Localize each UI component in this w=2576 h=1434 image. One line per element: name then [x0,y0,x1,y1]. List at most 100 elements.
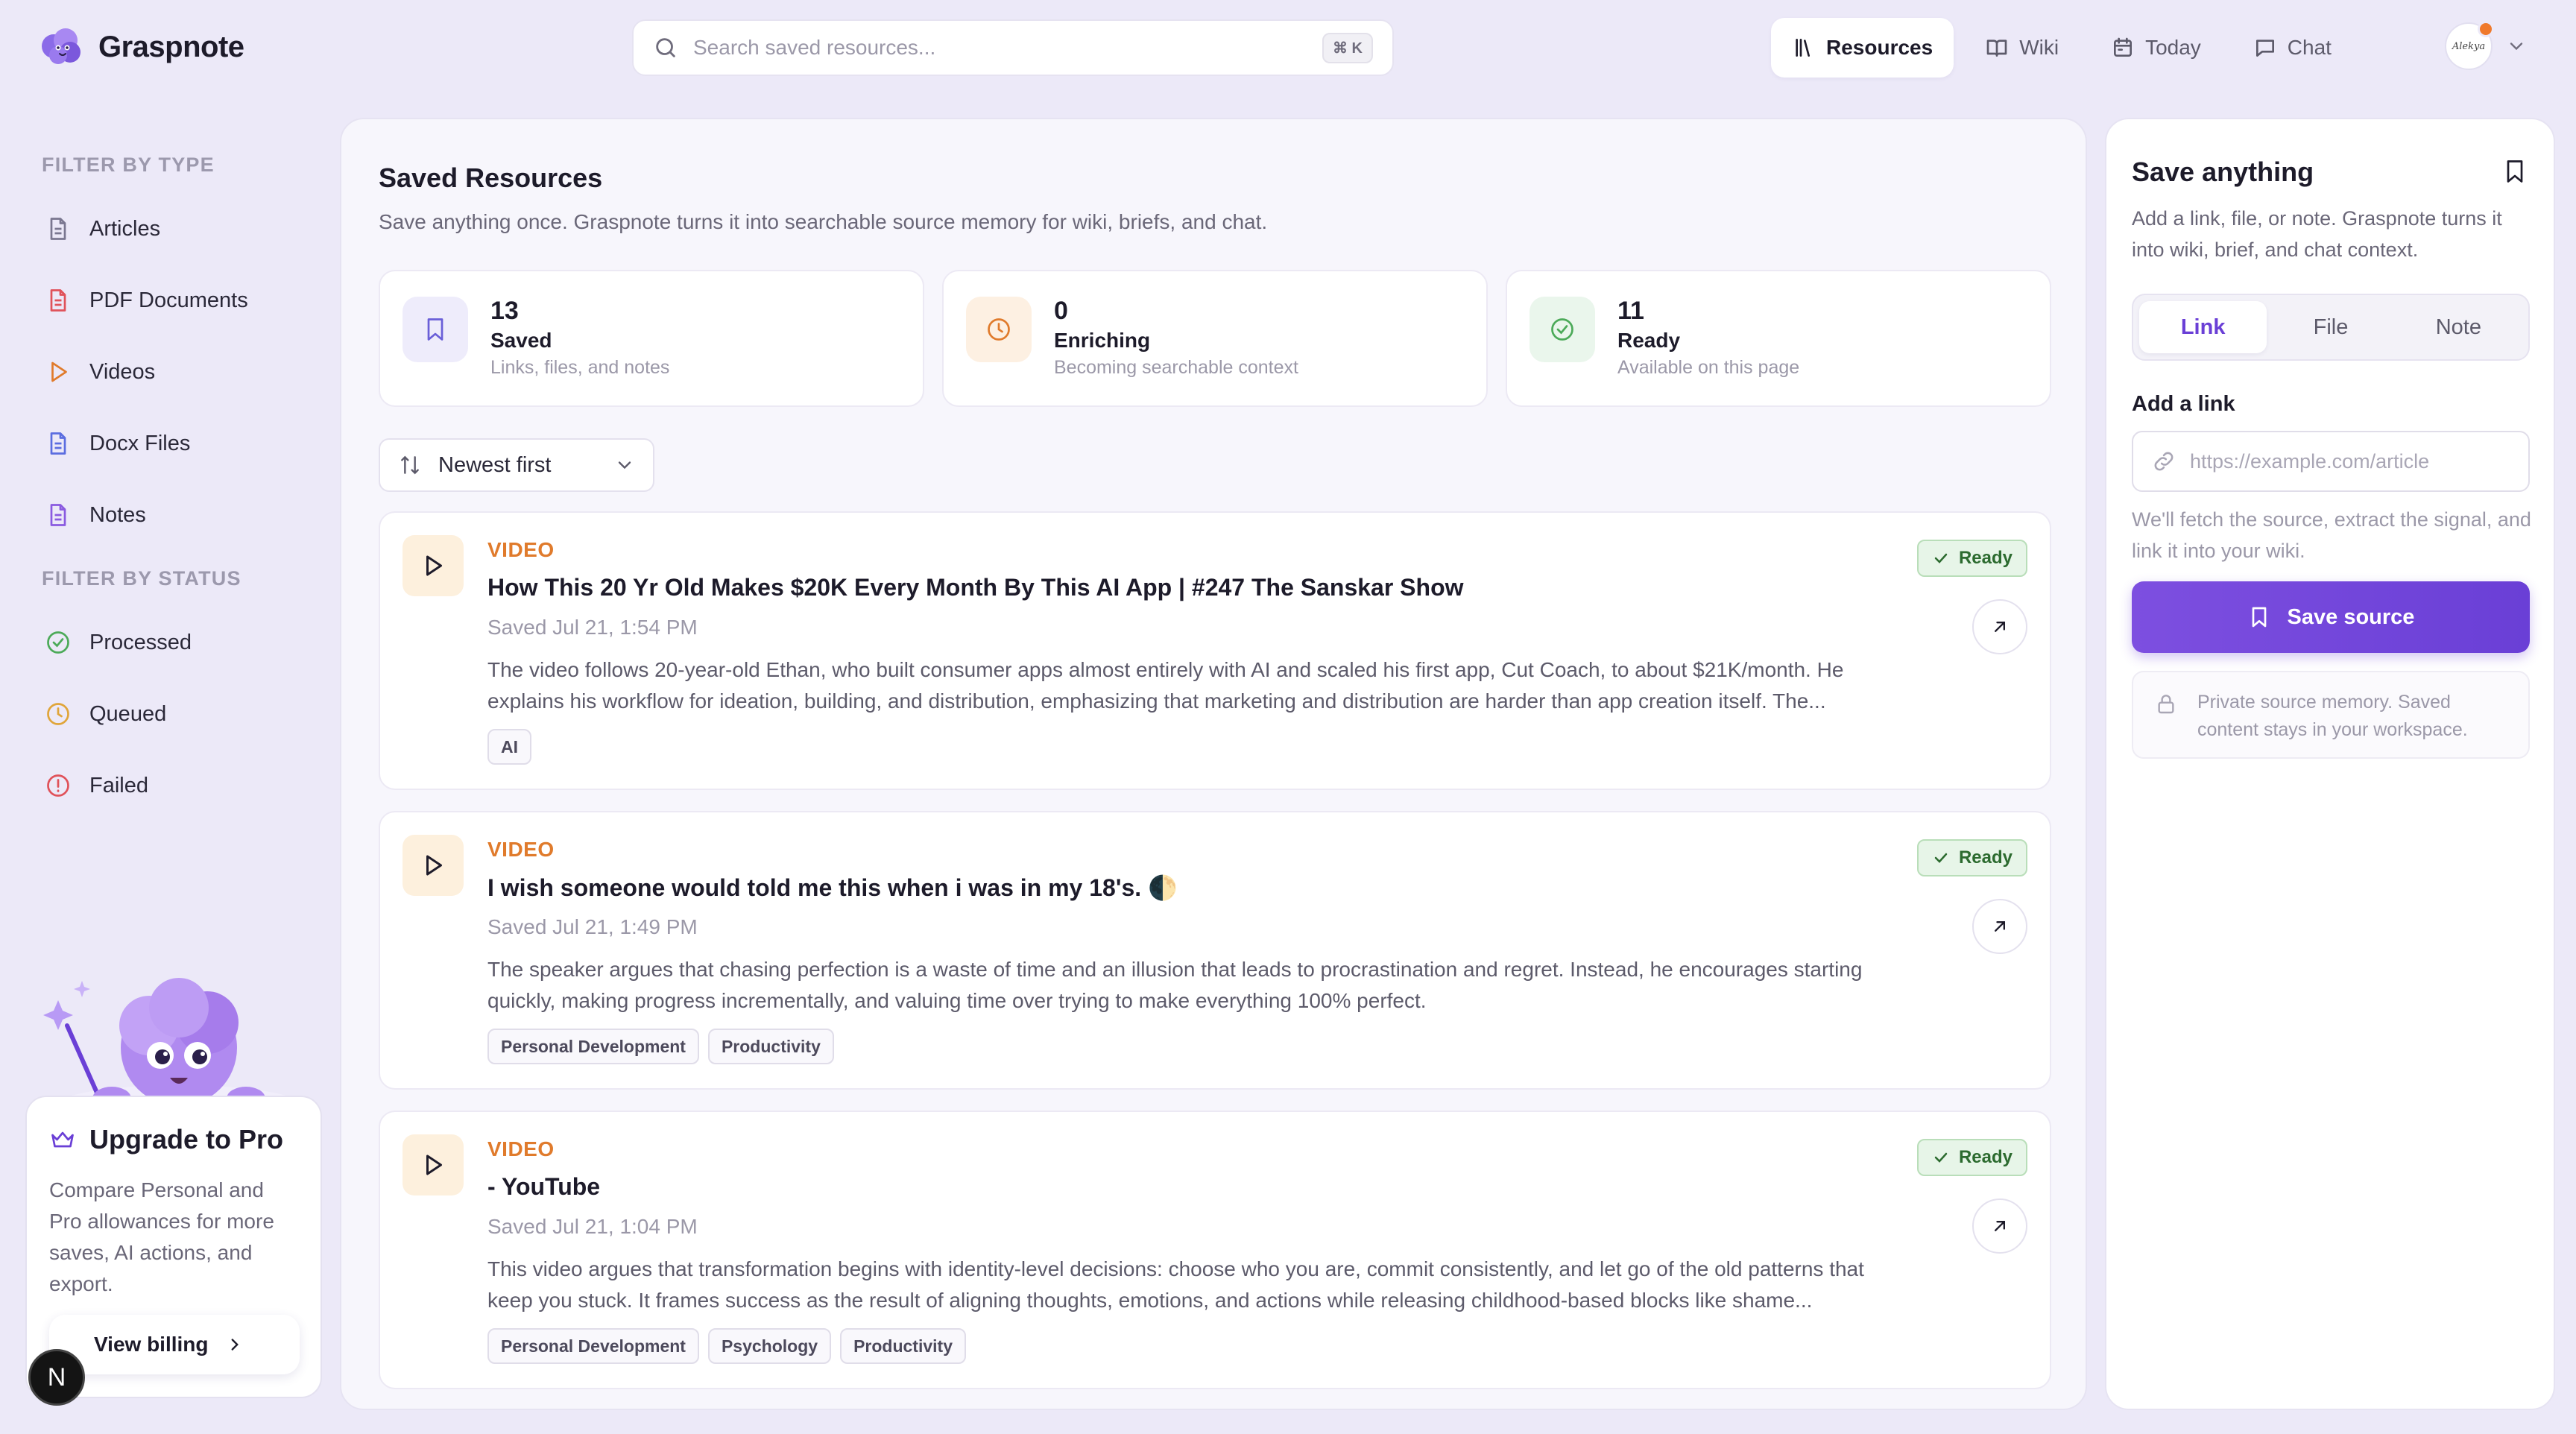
tab-link[interactable]: Link [2139,301,2267,353]
filter-label: Notes [89,502,146,527]
filter-pdf-documents[interactable]: PDF Documents [0,265,328,336]
check-circle-icon [47,631,69,654]
filter-notes[interactable]: Notes [0,479,328,551]
chevron-down-icon[interactable] [2506,36,2527,57]
open-resource-button[interactable] [1972,1198,2027,1254]
search-input[interactable] [693,36,1322,60]
filter-type-list: Articles PDF Documents Videos Docx Files… [0,193,328,551]
link-icon [2154,452,2174,471]
upgrade-title-text: Upgrade to Pro [89,1124,284,1155]
bookmark-icon [2252,607,2266,628]
filter-label: Queued [89,701,167,726]
stat-label: Saved [490,329,552,352]
lock-icon [2158,695,2174,714]
resource-type: VIDEO [487,538,555,561]
stat-icon-box [966,297,1032,362]
app-logo[interactable]: Graspnote [37,22,244,72]
tab-note[interactable]: Note [2395,301,2522,353]
filter-articles[interactable]: Articles [0,193,328,265]
page-subtitle: Save anything once. Graspnote turns it i… [379,210,1268,233]
nav-item-chat[interactable]: Chat [2232,18,2352,78]
sidebar: FILTER BY TYPE Articles PDF Documents Vi… [0,119,328,821]
resource-summary: The speaker argues that chasing perfecti… [487,958,1863,1012]
user-menu[interactable]: Alekya [2445,21,2527,70]
docx-icon [50,432,66,455]
resource-summary: This video argues that transformation be… [487,1257,1864,1312]
privacy-text: Private source memory. Saved content sta… [2197,692,2468,740]
stat-description: Becoming searchable context [1054,357,1298,378]
video-thumb [402,535,464,596]
stat-icon-box [402,297,468,362]
filter-queued[interactable]: Queued [0,678,328,750]
library-icon [1796,39,1810,57]
tag[interactable]: Personal Development [487,1029,699,1064]
resource-date: Saved Jul 21, 1:54 PM [487,616,698,639]
filter-videos[interactable]: Videos [0,336,328,408]
arrow-up-right-icon [1995,622,2005,632]
view-billing-label: View billing [94,1333,209,1356]
play-icon [51,361,67,382]
filter-label: Processed [89,630,192,654]
main-nav: Resources Wiki Today Chat [1771,18,2352,78]
filter-label: Failed [89,773,148,797]
stat-value: 11 [1617,297,1644,325]
video-thumb [402,835,464,896]
avatar[interactable]: Alekya [2445,21,2494,70]
tag[interactable]: Psychology [707,1328,832,1364]
source-type-tabs: Link File Note [2132,294,2530,361]
save-panel-subtitle: Add a link, file, or note. Graspnote tur… [2132,207,2502,261]
nav-item-wiki[interactable]: Wiki [1964,18,2080,78]
filter-type-heading: FILTER BY TYPE [42,154,215,176]
search-icon [656,38,675,57]
tag[interactable]: AI [487,729,531,765]
stat-description: Links, files, and notes [490,357,670,378]
upgrade-description: Compare Personal and Pro allowances for … [49,1178,274,1295]
clock-icon [988,318,1010,341]
stat-label: Ready [1617,329,1681,352]
top-header: Graspnote ⌘ K Resources Wiki Today [0,0,2576,97]
filter-label: Videos [89,359,156,384]
status-badge: Ready [1916,839,2027,876]
tag[interactable]: Personal Development [487,1328,699,1364]
status-label: Ready [1958,548,2012,568]
view-billing-button[interactable]: View billing [49,1315,300,1374]
play-icon [426,855,442,876]
privacy-note: Private source memory. Saved content sta… [2132,671,2530,759]
bookmark-icon [427,318,443,341]
check-circle-icon [1551,318,1573,341]
bookmark-icon[interactable] [2501,158,2528,185]
resource-title[interactable]: I wish someone would told me this when i… [487,874,1178,902]
resource-card[interactable]: VIDEO How This 20 Yr Old Makes $20K Ever… [379,511,2051,790]
search-bar[interactable]: ⌘ K [632,19,1394,76]
filter-failed[interactable]: Failed [0,750,328,821]
nav-item-resources[interactable]: Resources [1771,18,1954,78]
save-source-button[interactable]: Save source [2132,581,2530,653]
arrow-up-right-icon [1995,921,2005,932]
open-resource-button[interactable] [1972,599,2027,654]
url-input[interactable] [2190,449,2510,473]
search-shortcut-badge: ⌘ K [1322,32,1373,63]
resource-card[interactable]: VIDEO - YouTube Saved Jul 21, 1:04 PM Th… [379,1111,2051,1389]
nav-item-today[interactable]: Today [2090,18,2222,78]
resource-date: Saved Jul 21, 1:04 PM [487,1215,698,1238]
filter-label: Articles [89,216,161,241]
stat-card-enriching: 0 Enriching Becoming searchable context [942,270,1488,407]
url-field[interactable] [2132,431,2530,492]
upgrade-title: Upgrade to Pro [49,1124,298,1155]
open-resource-button[interactable] [1972,899,2027,954]
filter-docx-files[interactable]: Docx Files [0,408,328,479]
filter-processed[interactable]: Processed [0,607,328,678]
play-icon [426,1155,442,1175]
sort-dropdown[interactable]: Newest first [379,438,654,492]
app-name: Graspnote [98,30,244,63]
dev-tools-badge[interactable]: N [28,1349,85,1406]
tab-file[interactable]: File [2267,301,2394,353]
arrow-up-right-icon [1995,1221,2005,1231]
resource-card[interactable]: VIDEO I wish someone would told me this … [379,811,2051,1090]
tag[interactable]: Productivity [707,1029,834,1064]
status-label: Ready [1958,1147,2012,1167]
resource-title[interactable]: How This 20 Yr Old Makes $20K Every Mont… [487,574,1464,601]
status-badge: Ready [1916,540,2027,577]
tag[interactable]: Productivity [840,1328,966,1364]
resource-title[interactable]: - YouTube [487,1173,600,1201]
